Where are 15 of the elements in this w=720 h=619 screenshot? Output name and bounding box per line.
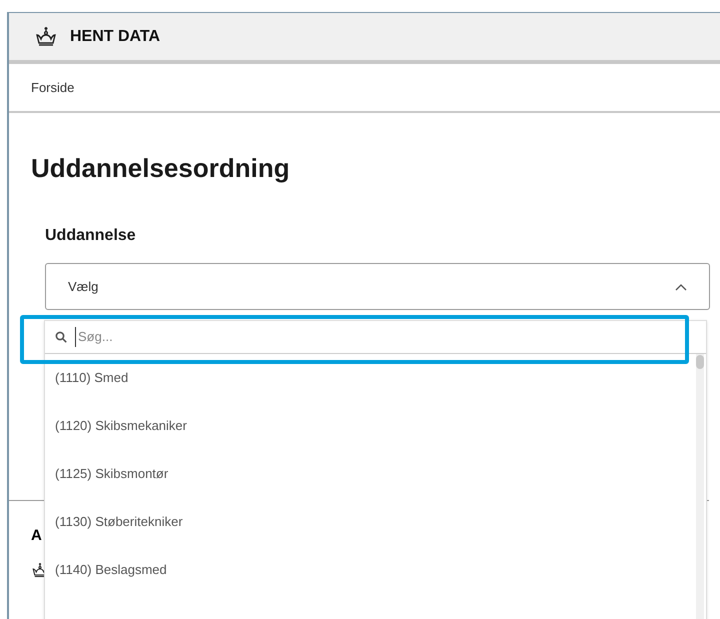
search-field[interactable]: Søg...: [75, 327, 706, 347]
app-title: HENT DATA: [70, 26, 160, 46]
dropdown-option[interactable]: (1125) Skibsmontør: [45, 450, 696, 498]
dropdown-option[interactable]: (1130) Støberitekniker: [45, 498, 696, 546]
select-field[interactable]: Vælg: [45, 263, 710, 310]
page-title: Uddannelsesordning: [31, 152, 291, 185]
crown-icon: [34, 26, 58, 48]
dropdown-option[interactable]: (1140) Beslagsmed: [45, 546, 696, 594]
dropdown-option[interactable]: (1120) Skibsmekaniker: [45, 402, 696, 450]
chevron-up-icon: [675, 282, 687, 290]
breadcrumb-link[interactable]: Forside: [31, 78, 74, 98]
field-label: Uddannelse: [45, 226, 137, 246]
dropdown-option[interactable]: (1110) Smed: [45, 354, 696, 402]
section-heading: A: [31, 526, 42, 546]
search-icon: [55, 331, 67, 343]
